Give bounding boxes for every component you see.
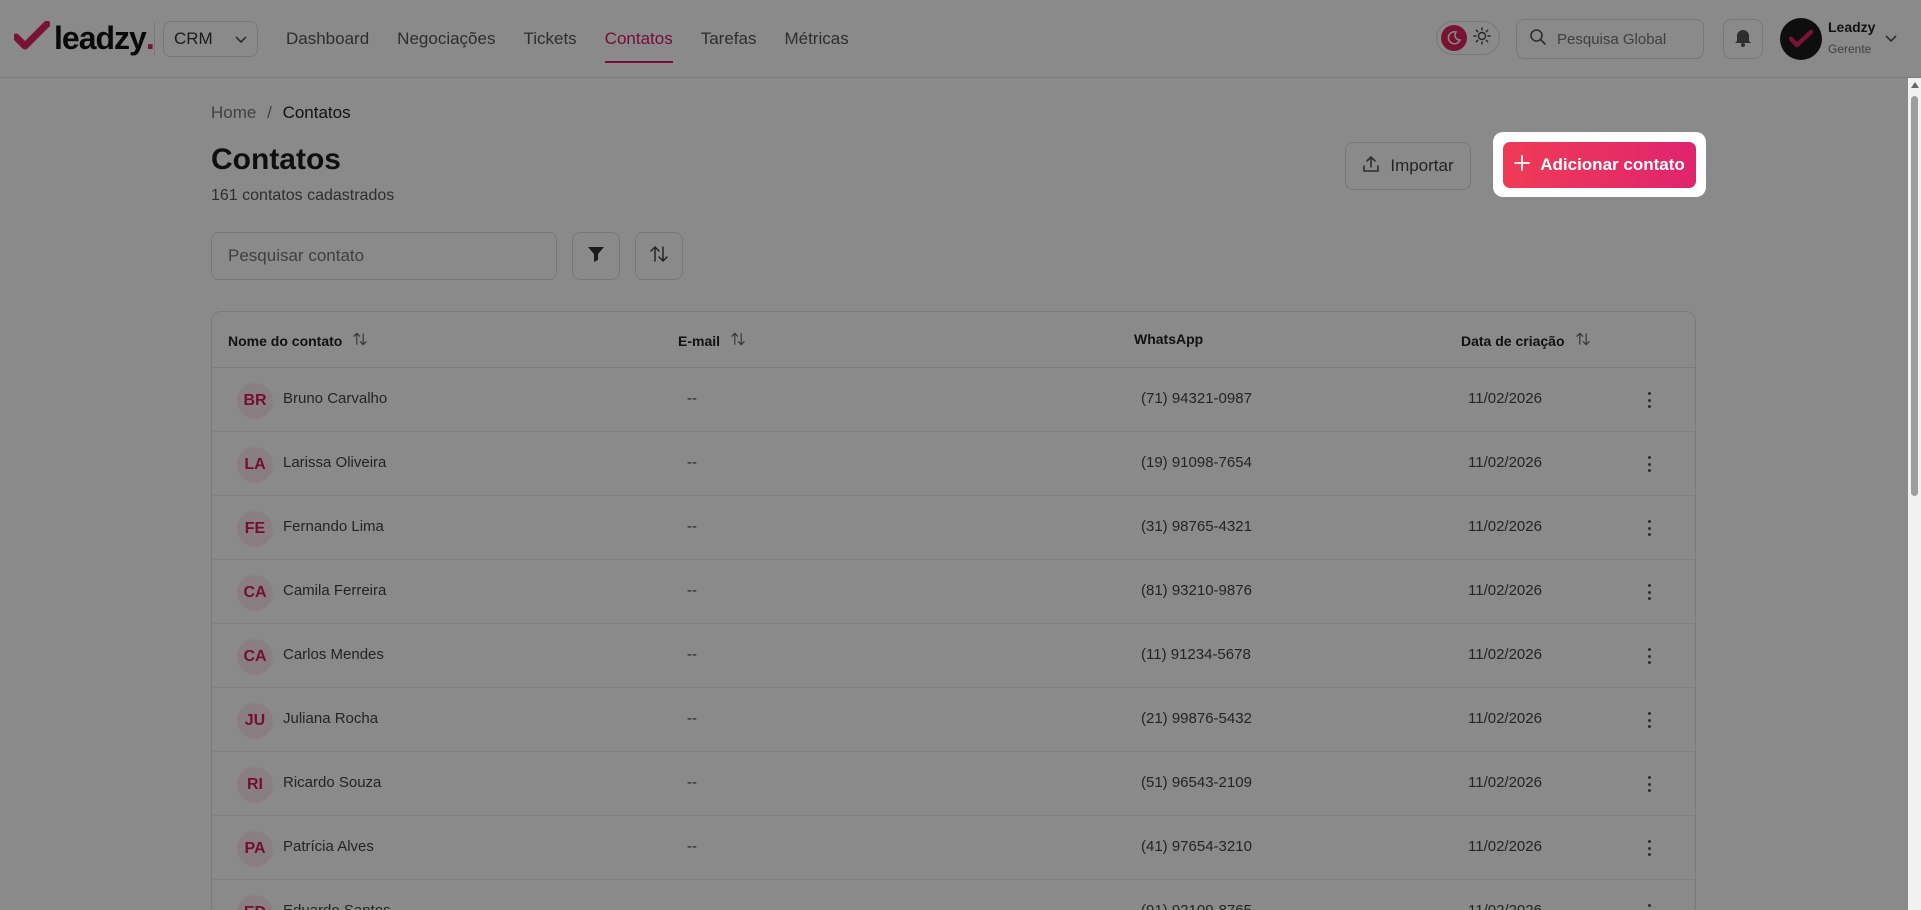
add-contact-highlight: Adicionar contato [1493, 132, 1706, 197]
add-contact-button[interactable]: Adicionar contato [1503, 142, 1696, 188]
add-contact-button-label: Adicionar contato [1540, 155, 1685, 174]
page-scrollbar[interactable] [1908, 78, 1921, 910]
scroll-up-arrow-icon[interactable] [1911, 82, 1919, 88]
scrollbar-thumb[interactable] [1911, 96, 1918, 496]
plus-icon [1514, 154, 1531, 176]
